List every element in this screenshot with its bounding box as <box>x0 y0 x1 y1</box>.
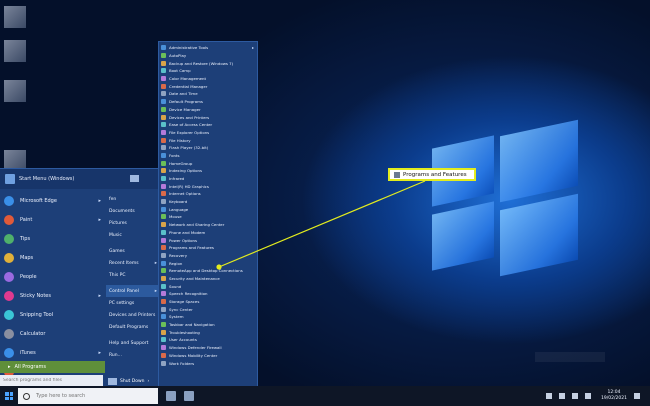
taskbar: 12:04 19/02/2021 <box>0 386 650 406</box>
start-button[interactable] <box>0 386 18 406</box>
task-view-icon[interactable] <box>184 391 194 401</box>
clock-date: 19/02/2021 <box>601 396 627 401</box>
network-icon[interactable] <box>572 393 579 399</box>
notification-icon[interactable] <box>634 393 640 399</box>
mic-icon[interactable] <box>166 391 176 401</box>
clock[interactable]: 12:04 19/02/2021 <box>601 390 627 402</box>
programs-icon <box>394 171 400 178</box>
system-tray: 12:04 19/02/2021 <box>539 386 640 406</box>
callout-line <box>218 180 426 268</box>
callout-pointer <box>216 180 426 270</box>
taskbar-search-input[interactable] <box>34 392 148 400</box>
programs-and-features-callout: Programs and Features <box>388 168 476 181</box>
callout-dot <box>216 264 222 270</box>
callout-label: Programs and Features <box>403 171 467 178</box>
chevron-up-icon[interactable] <box>559 393 566 399</box>
people-icon[interactable] <box>546 393 553 399</box>
volume-icon[interactable] <box>585 393 592 399</box>
taskbar-search-box[interactable] <box>18 388 158 404</box>
windows-icon <box>5 392 13 400</box>
search-icon <box>23 392 30 400</box>
